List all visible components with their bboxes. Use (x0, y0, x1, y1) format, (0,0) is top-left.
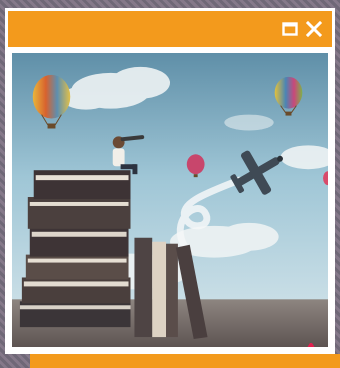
photo-scene (12, 53, 328, 347)
image-window (5, 8, 335, 354)
close-icon[interactable] (305, 20, 323, 38)
copyright-icon[interactable] (292, 343, 328, 347)
photo-content (12, 53, 328, 347)
bottom-accent-bar (30, 354, 340, 368)
restore-window-icon[interactable] (282, 21, 298, 37)
window-titlebar (8, 11, 332, 47)
stacked-books (19, 170, 131, 328)
